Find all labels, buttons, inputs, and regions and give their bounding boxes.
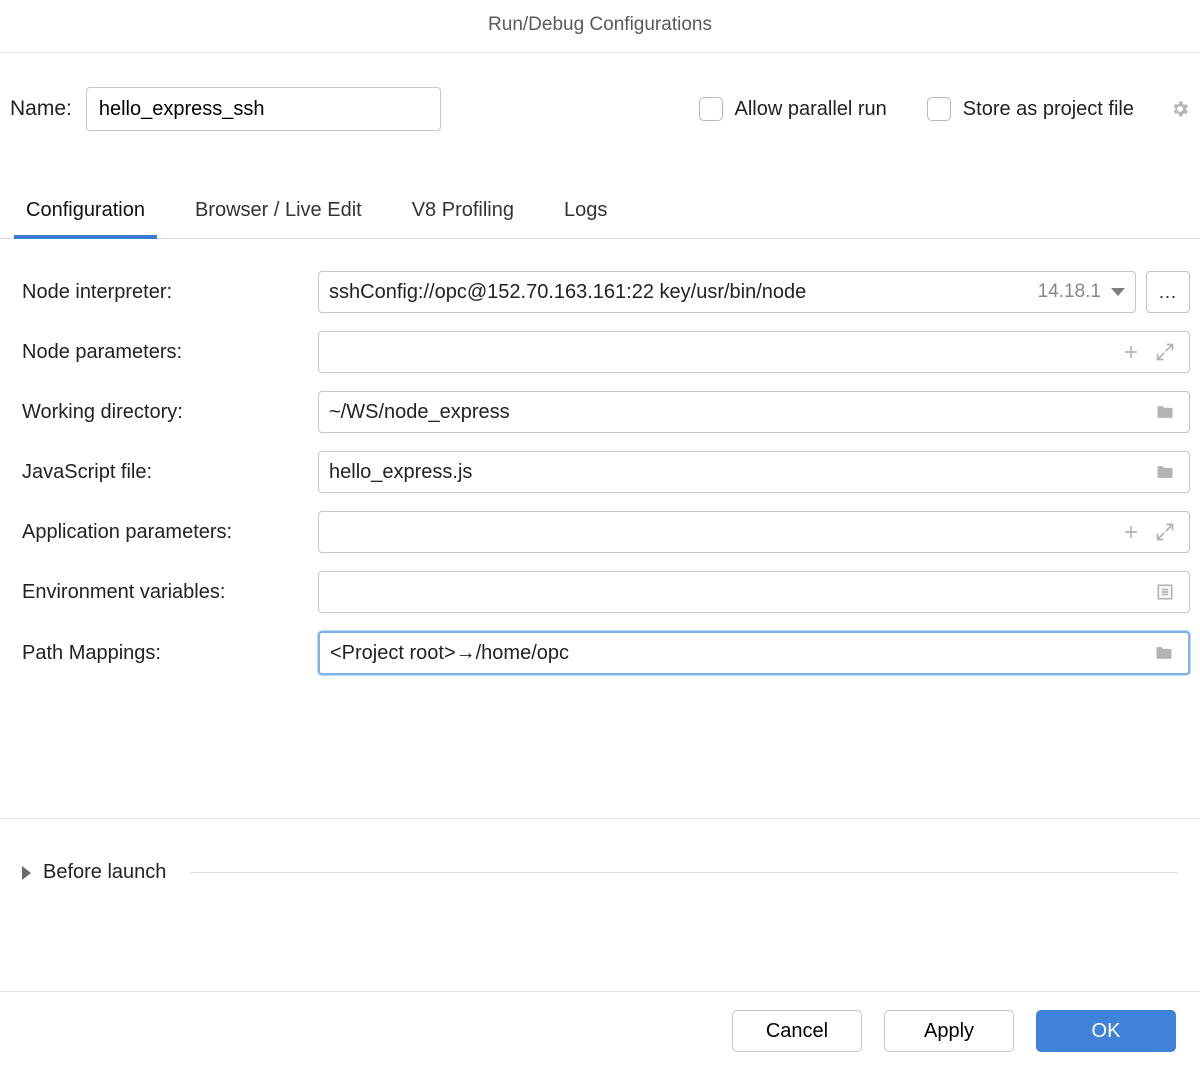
expand-icon[interactable]: [1155, 522, 1175, 542]
environment-variables-label: Environment variables:: [22, 581, 318, 604]
checkbox-icon: [927, 97, 951, 121]
apply-button[interactable]: Apply: [884, 1010, 1014, 1052]
name-input[interactable]: [86, 87, 441, 131]
node-interpreter-label: Node interpreter:: [22, 281, 318, 304]
allow-parallel-label: Allow parallel run: [735, 98, 887, 121]
node-interpreter-browse-button[interactable]: ...: [1146, 271, 1190, 313]
javascript-file-label: JavaScript file:: [22, 461, 318, 484]
working-directory-value: ~/WS/node_express: [329, 401, 1151, 424]
folder-icon[interactable]: [1155, 402, 1175, 422]
allow-parallel-run-checkbox[interactable]: Allow parallel run: [699, 97, 887, 121]
plus-icon[interactable]: [1121, 342, 1141, 362]
path-mappings-input[interactable]: <Project root>→/home/opc: [318, 631, 1190, 675]
name-label: Name:: [10, 97, 72, 121]
tabs-bar: Configuration Browser / Live Edit V8 Pro…: [0, 131, 1200, 239]
before-launch-label: Before launch: [43, 861, 166, 884]
javascript-file-value: hello_express.js: [329, 461, 1151, 484]
before-launch-section[interactable]: Before launch: [0, 819, 1200, 884]
row-working-directory: Working directory: ~/WS/node_express: [22, 391, 1190, 433]
header-row: Name: Allow parallel run Store as projec…: [0, 53, 1200, 131]
path-mappings-value: <Project root>→/home/opc: [330, 642, 1150, 665]
button-bar: Cancel Apply OK: [0, 991, 1200, 1082]
working-directory-input[interactable]: ~/WS/node_express: [318, 391, 1190, 433]
chevron-down-icon: [1111, 288, 1125, 296]
application-parameters-input[interactable]: [318, 511, 1190, 553]
plus-icon[interactable]: [1121, 522, 1141, 542]
application-parameters-label: Application parameters:: [22, 521, 318, 544]
folder-icon[interactable]: [1155, 462, 1175, 482]
folder-icon[interactable]: [1154, 643, 1174, 663]
node-version: 14.18.1: [1038, 281, 1101, 303]
node-interpreter-value: sshConfig://opc@152.70.163.161:22 key/us…: [329, 281, 1032, 304]
row-application-parameters: Application parameters:: [22, 511, 1190, 553]
dialog-title: Run/Debug Configurations: [0, 0, 1200, 53]
configuration-panel: Node interpreter: sshConfig://opc@152.70…: [0, 239, 1200, 819]
gear-icon[interactable]: [1174, 99, 1190, 119]
cancel-button[interactable]: Cancel: [732, 1010, 862, 1052]
path-mappings-label: Path Mappings:: [22, 642, 318, 665]
node-interpreter-dropdown[interactable]: sshConfig://opc@152.70.163.161:22 key/us…: [318, 271, 1136, 313]
node-parameters-input[interactable]: [318, 331, 1190, 373]
row-node-interpreter: Node interpreter: sshConfig://opc@152.70…: [22, 271, 1190, 313]
row-node-parameters: Node parameters:: [22, 331, 1190, 373]
checkbox-icon: [699, 97, 723, 121]
row-path-mappings: Path Mappings: <Project root>→/home/opc: [22, 631, 1190, 675]
ok-button[interactable]: OK: [1036, 1010, 1176, 1052]
separator: [190, 872, 1178, 873]
list-icon[interactable]: [1155, 582, 1175, 602]
node-parameters-label: Node parameters:: [22, 341, 318, 364]
working-directory-label: Working directory:: [22, 401, 318, 424]
store-as-project-file-checkbox[interactable]: Store as project file: [927, 97, 1134, 121]
row-environment-variables: Environment variables:: [22, 571, 1190, 613]
tab-configuration[interactable]: Configuration: [24, 199, 147, 238]
expand-icon[interactable]: [1155, 342, 1175, 362]
store-as-file-label: Store as project file: [963, 98, 1134, 121]
javascript-file-input[interactable]: hello_express.js: [318, 451, 1190, 493]
disclosure-triangle-icon: [22, 866, 31, 880]
tab-browser-live-edit[interactable]: Browser / Live Edit: [193, 199, 364, 238]
tab-v8-profiling[interactable]: V8 Profiling: [410, 199, 516, 238]
row-javascript-file: JavaScript file: hello_express.js: [22, 451, 1190, 493]
environment-variables-input[interactable]: [318, 571, 1190, 613]
tab-logs[interactable]: Logs: [562, 199, 609, 238]
